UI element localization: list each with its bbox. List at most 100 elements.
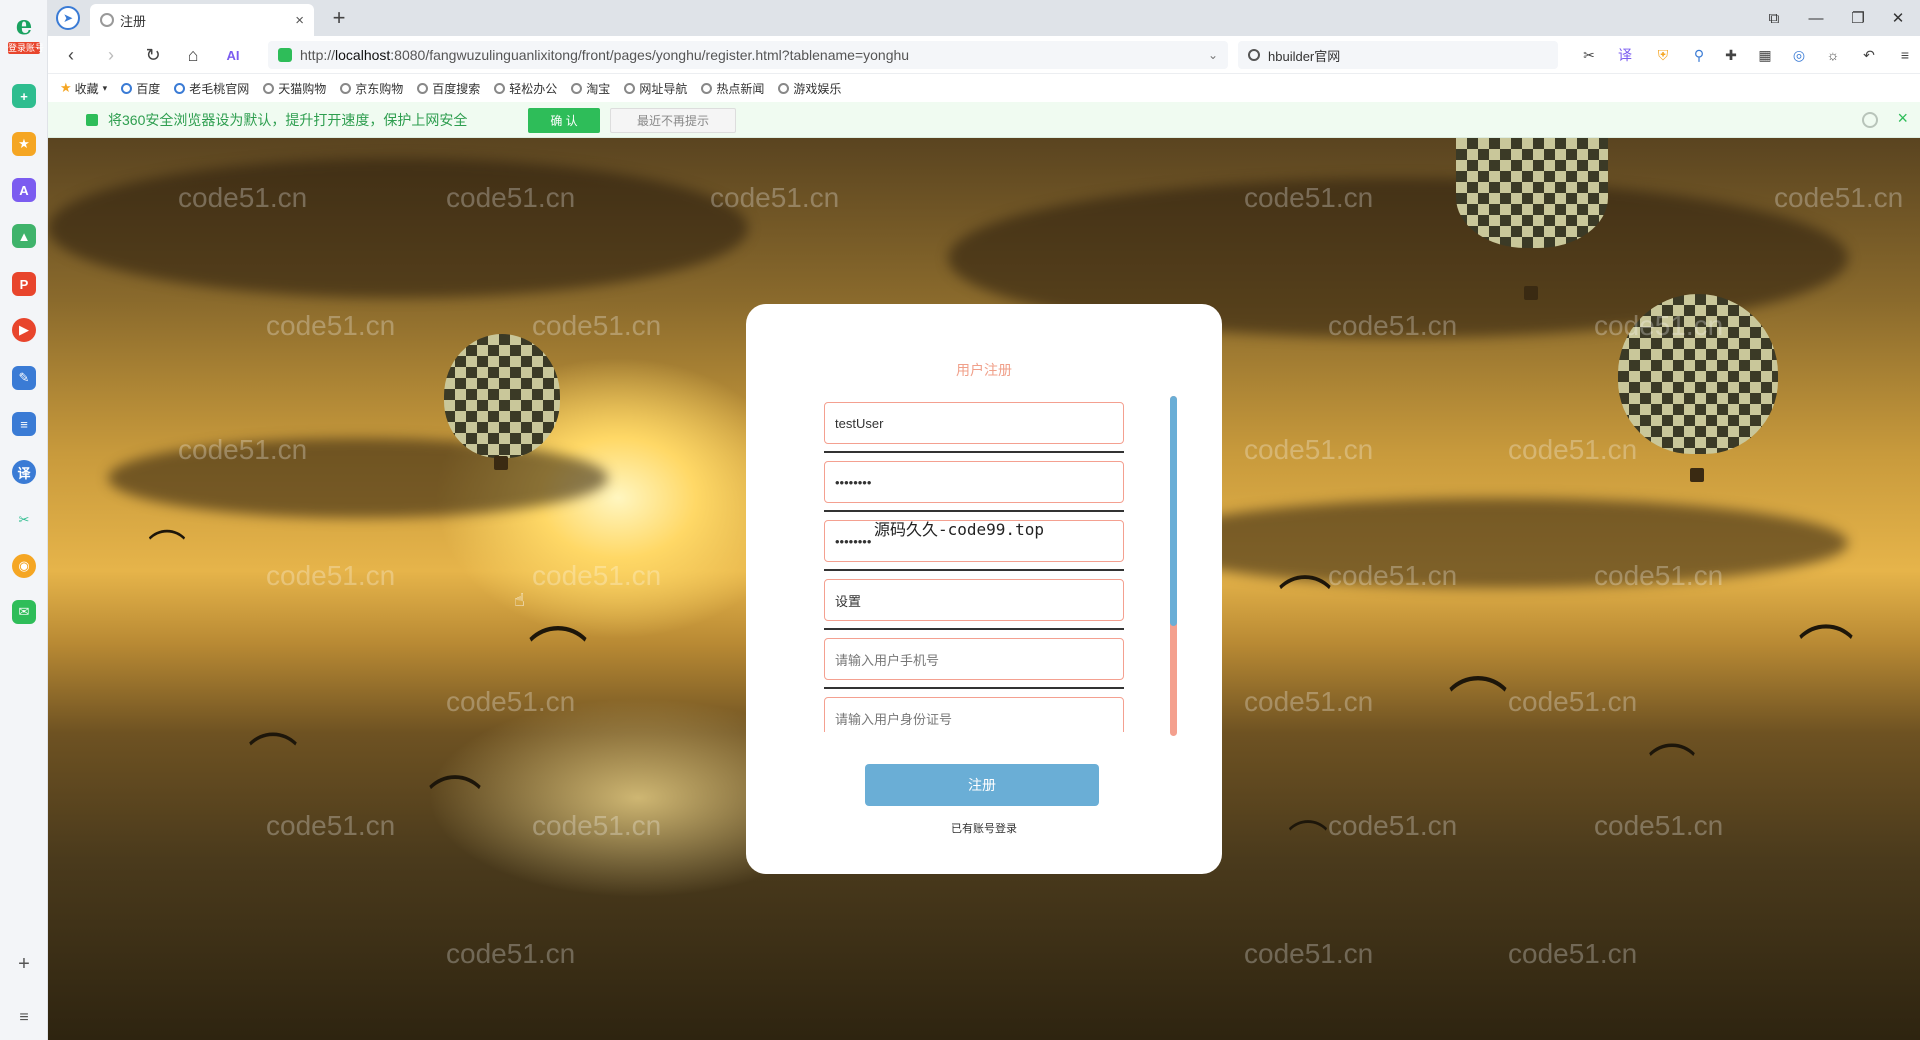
translate-toolbar-icon[interactable]: 译 [1614,44,1636,66]
search-bar[interactable] [1238,41,1558,69]
add-sidebar-item-icon[interactable]: + [12,952,36,976]
register-form: testUser •••••••• •••••••• 设置 请输入用户手机号 请… [824,402,1124,732]
bookmark-label: 老毛桃官网 [189,81,250,96]
mouse-cursor-icon: ☝ [514,590,525,610]
bookmark-item[interactable]: 老毛桃官网 [174,80,249,97]
security-shield-icon[interactable]: ⛨ [1652,44,1674,66]
bookmark-item[interactable]: 淘宝 [571,80,610,97]
close-window-button[interactable]: ✕ [1878,4,1918,32]
weibo-icon[interactable]: ◉ [12,554,36,578]
tab-close-icon[interactable]: × [295,12,304,29]
bookmark-item[interactable]: 游戏娱乐 [778,80,841,97]
watermark: code51.cn [1328,810,1458,841]
hot-air-balloon [444,334,560,458]
watermark: code51.cn [532,560,662,591]
ai-toolbar-icon[interactable]: AI [220,42,246,68]
undo-icon[interactable]: ↶ [1858,44,1880,66]
scissors-icon[interactable]: ✂ [12,508,36,532]
url-text[interactable]: http://localhost:8080/fangwuzulinguanlix… [300,47,1200,63]
extensions-puzzle-icon[interactable]: ✚ [1720,44,1742,66]
login-link[interactable]: 已有账号登录 [746,820,1222,836]
password-field[interactable]: •••••••• [824,461,1124,503]
bookmark-item[interactable]: 网址导航 [624,80,687,97]
phone-field[interactable]: 请输入用户手机号 [824,638,1124,680]
bookmark-item[interactable]: 京东购物 [340,80,403,97]
watermark: code51.cn [1244,434,1374,465]
notice-confirm-button[interactable]: 确 认 [528,108,600,133]
bookmark-item[interactable]: 百度 [121,80,160,97]
browser-sidebar: e 登录账号 + ★ A ▲ P ▶ ✎ ≡ 译 ✂ ◉ ✉ + ≡ [0,0,48,1040]
watermark: code51.cn [1594,560,1724,591]
watermark: code51.cn [446,182,576,213]
globe-icon [340,82,352,94]
bookmark-favorites[interactable]: ★ 收藏 ▾ [60,80,107,97]
form-scrollbar[interactable] [1170,396,1177,736]
restore-button[interactable]: ❐ [1838,4,1878,32]
address-toolbar: ‹ › ↻ ⌂ AI http://localhost:8080/fangwuz… [48,36,1920,74]
field-divider [824,628,1124,630]
reload-button[interactable]: ↻ [140,42,166,68]
pdf-ai-icon[interactable]: P [12,272,36,296]
url-dropdown-icon[interactable]: ⌄ [1208,48,1218,62]
seagull: ⌒ [148,527,187,571]
browser-edge-icon[interactable]: ◎ [1788,44,1810,66]
url-host: localhost [335,47,391,63]
browser-nav-icon[interactable]: ➤ [56,6,80,30]
write-ai-icon[interactable]: ✎ [12,366,36,390]
window-pin-icon[interactable]: ⧉ [1754,4,1794,32]
minimize-button[interactable]: — [1796,4,1836,32]
bookmark-label: 网址导航 [639,81,688,96]
forward-button[interactable]: › [98,42,124,68]
screenshot-scissors-icon[interactable]: ✂ [1578,44,1600,66]
page-viewport: ⌒ ⌒ ⌒ ⌒ ⌒ ⌒ ⌒ ⌒ ⌒ code51.cn code51.cn co… [48,138,1920,1040]
username-field[interactable]: testUser [824,402,1124,444]
login-account-tag[interactable]: 登录账号 [8,42,44,54]
globe-icon [494,82,506,94]
gear-icon[interactable] [1862,112,1878,128]
watermark: code51.cn [446,686,576,717]
sidebar-menu-icon[interactable]: ≡ [12,1006,36,1030]
idcard-field[interactable]: 请输入用户身份证号 [824,697,1124,732]
watermark: code51.cn [178,434,308,465]
seagull: ⌒ [1448,672,1508,742]
url-bar[interactable]: http://localhost:8080/fangwuzulinguanlix… [268,41,1228,69]
bookmark-item[interactable]: 百度搜索 [417,80,480,97]
form-scrollbar-thumb[interactable] [1170,396,1177,626]
bookmarks-bar: ★ 收藏 ▾ 百度 老毛桃官网 天猫购物 京东购物 百度搜索 轻松办公 淘宝 网址导… [48,74,1920,102]
apps-grid-icon[interactable]: ▦ [1754,44,1776,66]
mail-icon[interactable]: ✉ [12,600,36,624]
add-shortcut-icon[interactable]: + [12,84,36,108]
bookmark-item[interactable]: 天猫购物 [263,80,326,97]
bookmark-item[interactable]: 轻松办公 [494,80,557,97]
search-input[interactable] [1268,47,1528,63]
bookmark-item[interactable]: 热点新闻 [701,80,764,97]
home-button[interactable]: ⌂ [180,42,206,68]
watermark: code51.cn [266,310,396,341]
watermark: code51.cn [1328,310,1458,341]
notice-dismiss-button[interactable]: 最近不再提示 [610,108,736,133]
back-button[interactable]: ‹ [58,42,84,68]
main-menu-icon[interactable]: ≡ [1894,44,1916,66]
register-button[interactable]: 注册 [865,764,1099,806]
close-icon[interactable]: × [1897,108,1908,129]
globe-icon [263,82,275,94]
name-field[interactable]: 设置 [824,579,1124,621]
bookmark-label: 轻松办公 [509,81,558,96]
ai-assistant-icon[interactable]: A [12,178,36,202]
seagull: ⌒ [1648,740,1697,796]
seagull: ⌒ [1798,621,1854,686]
browser-logo[interactable]: e 登录账号 [8,12,44,56]
translate-icon[interactable]: 译 [12,460,36,484]
favorites-star-icon[interactable]: ★ [12,132,36,156]
zoom-search-icon[interactable]: ⚲ [1688,44,1710,66]
field-divider [824,569,1124,571]
bookmark-label: 京东购物 [355,81,404,96]
seagull: ⌒ [248,729,298,787]
document-ai-icon[interactable]: ≡ [12,412,36,436]
image-ai-icon[interactable]: ▲ [12,224,36,248]
tab-register[interactable]: 注册 × [90,4,314,36]
theme-sun-icon[interactable]: ☼ [1822,44,1844,66]
video-ai-icon[interactable]: ▶ [12,318,36,342]
new-tab-button[interactable]: + [326,5,352,31]
chevron-down-icon: ▾ [102,82,108,93]
